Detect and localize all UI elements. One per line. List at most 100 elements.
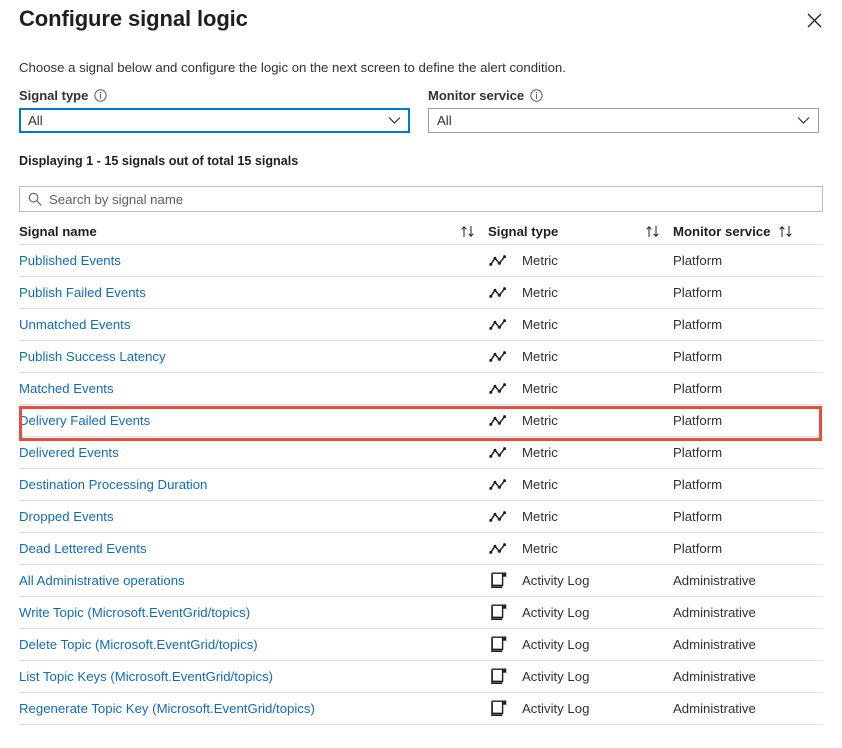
signal-name-link[interactable]: Write Topic (Microsoft.EventGrid/topics) (19, 605, 250, 620)
cell-monitor-service: Platform (673, 349, 823, 364)
table-row[interactable]: Publish Success Latency Metric Platform (19, 341, 823, 373)
table-row[interactable]: Write Topic (Microsoft.EventGrid/topics)… (19, 597, 823, 629)
cell-signal-name: Regenerate Topic Key (Microsoft.EventGri… (19, 701, 488, 716)
table-row[interactable]: All Administrative operations Activity Lo… (19, 565, 823, 597)
table-row[interactable]: Dropped Events Metric Platform (19, 501, 823, 533)
table-row[interactable]: Published Events Metric Platform (19, 245, 823, 277)
table-row[interactable]: List Topic Keys (Microsoft.EventGrid/top… (19, 661, 823, 693)
cell-monitor-service: Platform (673, 381, 823, 396)
monitor-service-select[interactable]: All (428, 108, 819, 133)
signal-type-value: All (28, 112, 43, 128)
metric-icon (488, 446, 508, 460)
cell-signal-type: Activity Log (488, 603, 673, 622)
activity-log-icon (488, 603, 508, 622)
cell-monitor-service: Administrative (673, 605, 823, 620)
search-box[interactable] (19, 186, 823, 212)
metric-icon (488, 350, 508, 364)
cell-signal-name: Delivered Events (19, 445, 488, 460)
cell-signal-type: Metric (488, 253, 673, 268)
cell-signal-type: Metric (488, 445, 673, 460)
signal-type-text: Activity Log (522, 573, 590, 588)
metric-icon (488, 414, 508, 428)
column-header-monitor-service[interactable]: Monitor service (673, 224, 823, 239)
monitor-service-text: Administrative (673, 637, 756, 652)
table-row[interactable]: Delivered Events Metric Platform (19, 437, 823, 469)
cell-signal-type: Activity Log (488, 667, 673, 686)
table-row[interactable]: Destination Processing Duration Metric Pla… (19, 469, 823, 501)
signal-name-link[interactable]: List Topic Keys (Microsoft.EventGrid/top… (19, 669, 273, 684)
signal-name-link[interactable]: Delivery Failed Events (19, 413, 150, 428)
signal-name-link[interactable]: Dropped Events (19, 509, 114, 524)
table-row[interactable]: Delivery Failed Events Metric Platform (19, 405, 823, 437)
signal-type-select[interactable]: All (19, 108, 410, 133)
signal-type-text: Metric (522, 349, 558, 364)
signal-type-label-group: Signal type (19, 86, 410, 104)
signal-type-text: Metric (522, 285, 558, 300)
signal-name-link[interactable]: Delivered Events (19, 445, 119, 460)
monitor-service-text: Platform (673, 317, 723, 332)
cell-signal-name: Dead Lettered Events (19, 541, 488, 556)
monitor-service-text: Platform (673, 509, 723, 524)
cell-monitor-service: Administrative (673, 637, 823, 652)
cell-monitor-service: Platform (673, 509, 823, 524)
search-input[interactable] (49, 189, 814, 209)
activity-log-icon (488, 635, 508, 654)
table-row[interactable]: Regenerate Topic Key (Microsoft.EventGri… (19, 693, 823, 725)
table-row[interactable]: Unmatched Events Metric Platform (19, 309, 823, 341)
monitor-service-text: Administrative (673, 605, 756, 620)
signal-type-text: Activity Log (522, 669, 590, 684)
monitor-service-text: Platform (673, 541, 723, 556)
signal-name-link[interactable]: Matched Events (19, 381, 114, 396)
column-header-signal-name[interactable]: Signal name (19, 224, 488, 239)
signal-type-text: Activity Log (522, 701, 590, 716)
monitor-service-field: Monitor service All (428, 86, 819, 133)
signal-type-text: Metric (522, 253, 558, 268)
signal-type-text: Activity Log (522, 637, 590, 652)
metric-icon (488, 318, 508, 332)
signal-name-link[interactable]: Delete Topic (Microsoft.EventGrid/topics… (19, 637, 258, 652)
cell-signal-name: List Topic Keys (Microsoft.EventGrid/top… (19, 669, 488, 684)
info-icon[interactable] (94, 88, 108, 102)
panel-description: Choose a signal below and configure the … (19, 60, 566, 75)
signal-name-link[interactable]: Publish Success Latency (19, 349, 166, 364)
signal-type-text: Metric (522, 445, 558, 460)
monitor-service-text: Administrative (673, 669, 756, 684)
sort-updown-icon[interactable] (778, 225, 794, 238)
signal-name-link[interactable]: Dead Lettered Events (19, 541, 147, 556)
table-row[interactable]: Publish Failed Events Metric Platform (19, 277, 823, 309)
cell-signal-type: Activity Log (488, 699, 673, 718)
cell-monitor-service: Platform (673, 541, 823, 556)
monitor-service-text: Platform (673, 381, 723, 396)
signal-name-link[interactable]: Publish Failed Events (19, 285, 146, 300)
table-row[interactable]: Matched Events Metric Platform (19, 373, 823, 405)
cell-signal-type: Metric (488, 413, 673, 428)
column-header-signal-type[interactable]: Signal type (488, 224, 673, 239)
sort-updown-icon[interactable] (645, 225, 661, 238)
signal-count-text: Displaying 1 - 15 signals out of total 1… (19, 154, 299, 168)
info-icon[interactable] (530, 88, 543, 102)
cell-monitor-service: Platform (673, 285, 823, 300)
cell-signal-name: Dropped Events (19, 509, 488, 524)
close-icon[interactable] (800, 6, 828, 34)
monitor-service-text: Platform (673, 253, 723, 268)
signal-name-link[interactable]: All Administrative operations (19, 573, 185, 588)
cell-signal-type: Metric (488, 285, 673, 300)
activity-log-icon (488, 571, 508, 590)
signal-name-link[interactable]: Unmatched Events (19, 317, 130, 332)
signal-name-link[interactable]: Regenerate Topic Key (Microsoft.EventGri… (19, 701, 315, 716)
signal-name-link[interactable]: Published Events (19, 253, 121, 268)
cell-signal-type: Activity Log (488, 571, 673, 590)
sort-updown-icon[interactable] (460, 225, 476, 238)
signal-type-text: Activity Log (522, 605, 590, 620)
monitor-service-text: Administrative (673, 701, 756, 716)
activity-log-icon (488, 699, 508, 718)
search-icon (28, 192, 42, 206)
metric-icon (488, 254, 508, 268)
cell-signal-type: Metric (488, 317, 673, 332)
table-row[interactable]: Delete Topic (Microsoft.EventGrid/topics… (19, 629, 823, 661)
monitor-service-label-group: Monitor service (428, 86, 819, 104)
signal-name-link[interactable]: Destination Processing Duration (19, 477, 207, 492)
table-row[interactable]: Dead Lettered Events Metric Platform (19, 533, 823, 565)
cell-signal-type: Metric (488, 541, 673, 556)
cell-signal-name: Unmatched Events (19, 317, 488, 332)
